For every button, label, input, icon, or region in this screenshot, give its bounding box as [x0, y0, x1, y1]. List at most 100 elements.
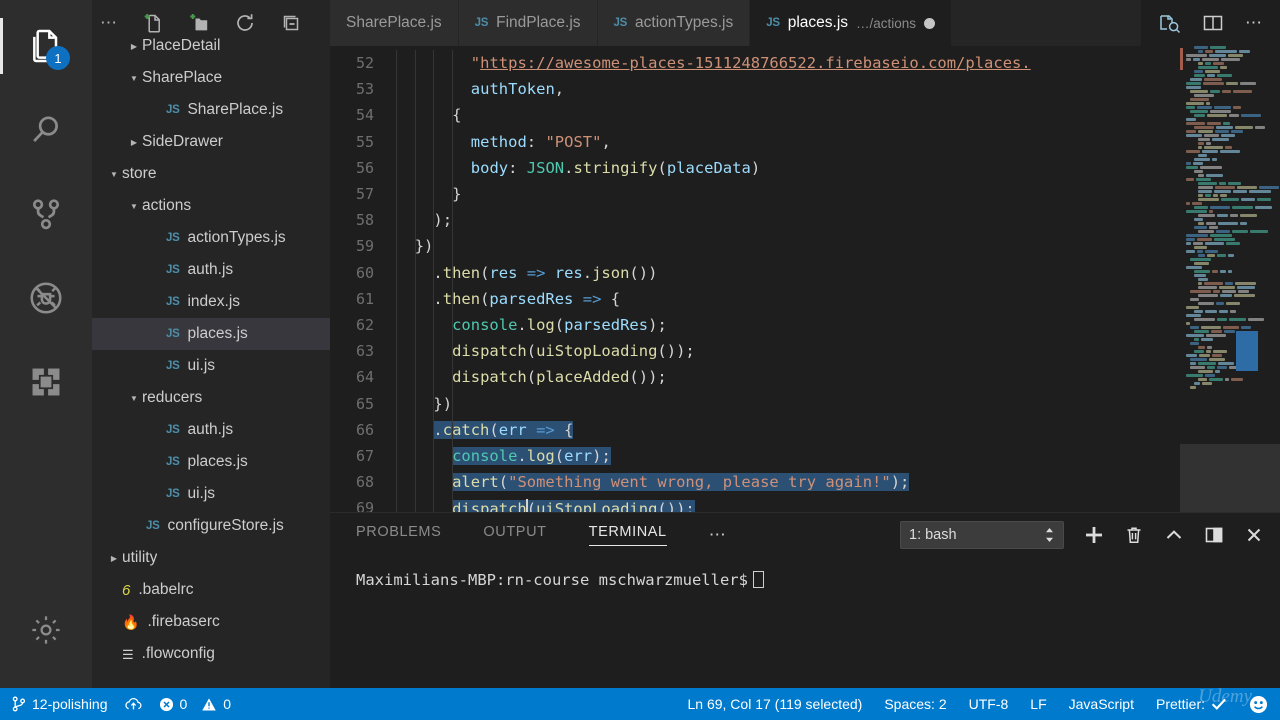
activity-item-explorer[interactable]: 1 [0, 4, 92, 88]
ellipsis-icon[interactable]: ⋯ [100, 14, 119, 31]
status-problems[interactable]: 0 0 [159, 696, 231, 712]
status-indentation[interactable]: Spaces: 2 [884, 696, 946, 712]
error-icon [159, 697, 174, 712]
tree-file[interactable]: ☰ .flowconfig [92, 638, 330, 670]
editor-tab[interactable]: JS actionTypes.js [597, 0, 751, 46]
editor-tab[interactable]: JS FindPlace.js [458, 0, 598, 46]
minimap-token [1194, 274, 1207, 277]
minimap-line [1180, 302, 1280, 305]
minimap-token [1217, 222, 1238, 225]
code-line[interactable]: 67 console.log(err); [330, 442, 1280, 469]
code-line[interactable]: 57} [330, 180, 1280, 208]
tree-folder[interactable]: ▼ SharePlace [92, 62, 330, 94]
new-terminal-icon[interactable] [1084, 525, 1104, 545]
side-bar: ⋯ ▶ PlaceDetail ▼ SharePlace JS SharePla… [92, 0, 330, 688]
code-line[interactable]: 61 .then(parsedRes => { [330, 285, 1280, 312]
status-language[interactable]: JavaScript [1069, 696, 1134, 712]
code-line[interactable]: 63 dispatch(uiStopLoading()); [330, 338, 1280, 365]
code-token: => [526, 263, 546, 282]
tree-file[interactable]: JS index.js [92, 286, 330, 318]
minimap-token [1237, 286, 1256, 289]
code-line[interactable]: 55 method: "POST", [330, 128, 1280, 155]
open-changes-icon[interactable] [1157, 11, 1181, 35]
tree-folder[interactable]: ▼ actions [92, 190, 330, 222]
code-line[interactable]: 69 dispatch(uiStopLoading()); [330, 495, 1280, 512]
tree-file[interactable]: JS ui.js [92, 350, 330, 382]
activity-item-manage[interactable] [0, 588, 92, 672]
kill-terminal-icon[interactable] [1124, 525, 1144, 545]
code-line[interactable]: 52 "https://awesome-places-1511248766522.… [330, 50, 1280, 77]
status-prettier[interactable]: Prettier: [1156, 696, 1227, 712]
code-line[interactable]: 56 body: JSON.stringify(placeData) [330, 154, 1280, 181]
minimap-token [1219, 194, 1228, 197]
terminal-select[interactable]: 1: bash [900, 521, 1064, 549]
terminal-content[interactable]: Maximilians-MBP:rn-course mschwarzmuelle… [330, 557, 1280, 688]
close-panel-icon[interactable] [1244, 525, 1264, 545]
minimap-token [1218, 310, 1228, 313]
minimap-token [1195, 178, 1212, 181]
minimap-slider[interactable] [1180, 444, 1280, 512]
tree-folder[interactable]: ▶ PlaceDetail [92, 30, 330, 62]
more-actions-icon[interactable]: ⋯ [1245, 14, 1264, 31]
line-number: 53 [355, 80, 374, 99]
tree-file[interactable]: JS auth.js [92, 414, 330, 446]
activity-item-source-control[interactable] [0, 172, 92, 256]
minimap-token [1198, 254, 1206, 257]
panel-tab-problems[interactable]: PROBLEMS [356, 524, 441, 546]
smiley-icon[interactable] [1249, 695, 1268, 714]
tree-file[interactable]: JS SharePlace.js [92, 94, 330, 126]
code-line[interactable]: 59}) [330, 233, 1280, 260]
code-line[interactable]: 60 .then(res => res.json()) [330, 259, 1280, 286]
activity-item-debug[interactable] [0, 256, 92, 340]
tree-file[interactable]: JS places.js [92, 446, 330, 478]
indent-guide [433, 364, 435, 391]
code-line[interactable]: 62 console.log(parsedRes); [330, 311, 1280, 339]
minimap-decoration [1180, 48, 1183, 70]
tree-file[interactable]: JS actionTypes.js [92, 222, 330, 254]
code-line[interactable]: 53 authToken, [330, 76, 1280, 103]
tree-file[interactable]: 🔥 .firebaserc [92, 606, 330, 638]
status-cursor-position[interactable]: Ln 69, Col 17 (119 selected) [687, 696, 862, 712]
panel-tab-terminal[interactable]: TERMINAL [588, 524, 667, 546]
tree-folder[interactable]: ▼ reducers [92, 382, 330, 414]
panel-more-icon[interactable]: ⋯ [709, 526, 728, 543]
code-line[interactable]: 64 dispatch(placeAdded()); [330, 364, 1280, 391]
tab-dirty-indicator[interactable] [924, 17, 936, 29]
explorer-tree[interactable]: ▶ PlaceDetail ▼ SharePlace JS SharePlace.js ▶ S… [92, 30, 330, 688]
status-branch[interactable]: 12-polishing [12, 696, 108, 712]
status-eol[interactable]: LF [1030, 696, 1046, 712]
minimap-line [1180, 386, 1280, 389]
editor-tab[interactable]: SharePlace.js [330, 0, 459, 46]
split-editor-icon[interactable] [1201, 11, 1225, 35]
js-file-icon: JS [166, 488, 180, 500]
code-token: ); [592, 446, 611, 465]
tree-file[interactable]: JS auth.js [92, 254, 330, 286]
code-line[interactable]: 68 alert("Something went wrong, please tr… [330, 469, 1280, 496]
code-token: ()); [629, 368, 667, 387]
tree-folder[interactable]: ▶ utility [92, 542, 330, 574]
tree-folder[interactable]: ▼ store [92, 158, 330, 190]
code-token: : [508, 158, 527, 177]
tree-file[interactable]: 6 .babelrc [92, 574, 330, 606]
status-sync[interactable] [124, 696, 143, 712]
activity-item-search[interactable] [0, 88, 92, 172]
code-line[interactable]: 66 .catch(err => { [330, 416, 1280, 443]
editor-tab[interactable]: JS places.js …/actions [750, 0, 953, 46]
activity-item-extensions[interactable] [0, 340, 92, 424]
maximize-panel-icon[interactable] [1164, 525, 1184, 545]
minimap-token [1230, 214, 1239, 217]
tree-file[interactable]: JS places.js [92, 318, 330, 350]
tree-item-label: SideDrawer [142, 133, 223, 150]
status-encoding[interactable]: UTF-8 [969, 696, 1009, 712]
code-line[interactable]: 58); [330, 207, 1280, 234]
code-editor[interactable]: 52 "https://awesome-places-1511248766522.… [330, 46, 1280, 512]
tree-folder[interactable]: ▶ SideDrawer [92, 126, 330, 158]
minimap[interactable] [1180, 46, 1280, 512]
code-line[interactable]: 54 { [330, 102, 1280, 129]
split-terminal-icon[interactable] [1204, 525, 1224, 545]
indent-guide [396, 311, 397, 339]
code-line[interactable]: 65}) [330, 390, 1280, 417]
tree-file[interactable]: JS ui.js [92, 478, 330, 510]
tree-file[interactable]: JS configureStore.js [92, 510, 330, 542]
panel-tab-output[interactable]: OUTPUT [483, 524, 546, 546]
